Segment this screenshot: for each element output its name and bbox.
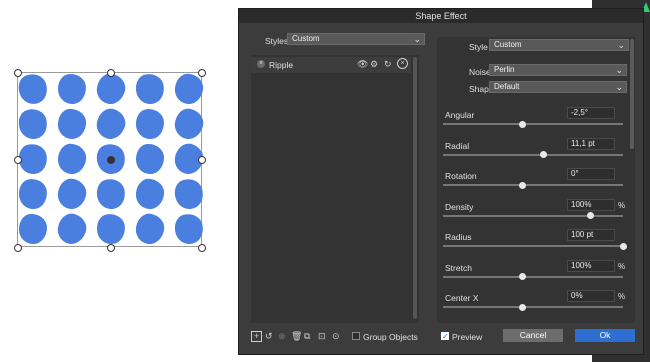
group-objects-checkbox[interactable] — [352, 332, 360, 340]
target-icon[interactable]: ⊙ — [332, 331, 340, 341]
param-slider-knob[interactable] — [518, 303, 526, 311]
param-row-angular: Angular -2,5° — [437, 103, 635, 131]
trash-icon[interactable]: 🗑 — [291, 331, 302, 341]
resize-handle[interactable] — [14, 244, 22, 252]
param-row-density: Density 100%% — [437, 195, 635, 223]
effects-scrollbar[interactable] — [413, 57, 417, 319]
resize-handle[interactable] — [198, 244, 206, 252]
param-slider-track[interactable] — [443, 184, 623, 186]
param-value-field[interactable]: 0% — [567, 290, 615, 302]
clear-icon[interactable]: ⊗ — [278, 331, 286, 341]
param-label: Stretch — [445, 262, 472, 273]
param-slider-track[interactable] — [443, 214, 623, 217]
effect-name: Ripple — [269, 60, 294, 70]
param-slider-knob[interactable] — [540, 151, 548, 158]
param-label: Angular — [445, 110, 475, 120]
param-unit: % — [618, 292, 626, 301]
param-row-center-x: Center X 0%% — [437, 286, 635, 314]
styles-dropdown[interactable]: Custom ⌄ — [287, 33, 425, 45]
resize-handle[interactable] — [14, 69, 22, 77]
param-slider-knob[interactable] — [619, 242, 627, 250]
param-slider-track[interactable] — [443, 123, 623, 125]
preview-label: Preview — [452, 332, 483, 342]
resize-handle[interactable] — [198, 156, 206, 164]
param-label: Center X — [445, 293, 479, 303]
dialog-title: Shape Effect — [239, 9, 643, 23]
cancel-button[interactable]: Cancel — [503, 329, 563, 342]
param-value-field[interactable]: 100% — [567, 198, 615, 211]
param-slider-track[interactable] — [443, 306, 623, 308]
resize-handle[interactable] — [198, 69, 206, 77]
gear-icon[interactable]: ⚙ — [370, 59, 378, 69]
close-icon[interactable]: × — [397, 58, 408, 69]
param-label: Radius — [445, 232, 472, 242]
param-slider-knob[interactable] — [587, 212, 595, 219]
resize-handle[interactable] — [107, 69, 115, 77]
param-slider-track[interactable] — [443, 153, 623, 156]
param-unit: % — [618, 200, 626, 210]
properties-scrollbar[interactable] — [630, 39, 634, 149]
parameter-list: Angular -2,5° Radial 11,1 pt Rotation 0° Densi… — [437, 37, 635, 323]
param-slider-knob[interactable] — [518, 120, 526, 128]
styles-label: Styles — [265, 36, 289, 46]
shape-effect-dialog: Shape Effect Styles Custom ⌄ × Ripple 👁 … — [238, 8, 644, 355]
param-label: Density — [445, 201, 474, 212]
arrange-icon[interactable]: ⊡ — [318, 331, 326, 341]
param-row-stretch: Stretch 100%% — [437, 256, 635, 284]
ok-button[interactable]: Ok — [575, 329, 635, 342]
remove-effect-icon[interactable]: × — [257, 60, 265, 68]
preview-checkbox[interactable]: ✓ — [441, 332, 449, 341]
param-row-radius: Radius 100 pt — [437, 225, 635, 253]
effect-item-ripple[interactable]: × Ripple 👁 ⚙ ↻ × — [251, 57, 411, 73]
reset-icon[interactable]: ↻ — [384, 59, 392, 69]
param-value-field[interactable]: 100% — [567, 259, 615, 272]
resize-handle[interactable] — [14, 156, 22, 164]
effects-list: × Ripple 👁 ⚙ ↻ × — [251, 55, 419, 323]
param-slider-knob[interactable] — [518, 181, 526, 189]
resize-handle[interactable] — [107, 244, 115, 252]
param-label: Radial — [445, 140, 470, 151]
center-point-handle[interactable] — [107, 156, 115, 164]
add-effect-icon[interactable]: + — [251, 331, 262, 342]
param-slider-knob[interactable] — [518, 273, 526, 280]
param-row-radial: Radial 11,1 pt — [437, 134, 635, 162]
param-label: Rotation — [445, 171, 477, 181]
param-value-field[interactable]: -2,5° — [567, 107, 615, 119]
param-value-field[interactable]: 11,1 pt — [567, 137, 615, 150]
effect-properties-panel: Style Custom ⌄ Noise Perlin ⌄ Shape Defa… — [437, 37, 635, 323]
param-value-field[interactable]: 0° — [567, 168, 615, 180]
undo-icon[interactable]: ↺ — [265, 331, 273, 341]
chevron-down-icon: ⌄ — [413, 34, 421, 44]
param-value-field[interactable]: 100 pt — [567, 229, 615, 241]
param-slider-track[interactable] — [443, 245, 623, 247]
param-row-rotation: Rotation 0° — [437, 164, 635, 192]
styles-value: Custom — [292, 34, 320, 43]
group-objects-label: Group Objects — [363, 332, 418, 342]
eye-icon[interactable]: 👁 — [357, 59, 368, 69]
param-slider-track[interactable] — [443, 275, 623, 278]
param-unit: % — [618, 261, 626, 271]
duplicate-icon[interactable]: ⧉ — [304, 331, 310, 341]
